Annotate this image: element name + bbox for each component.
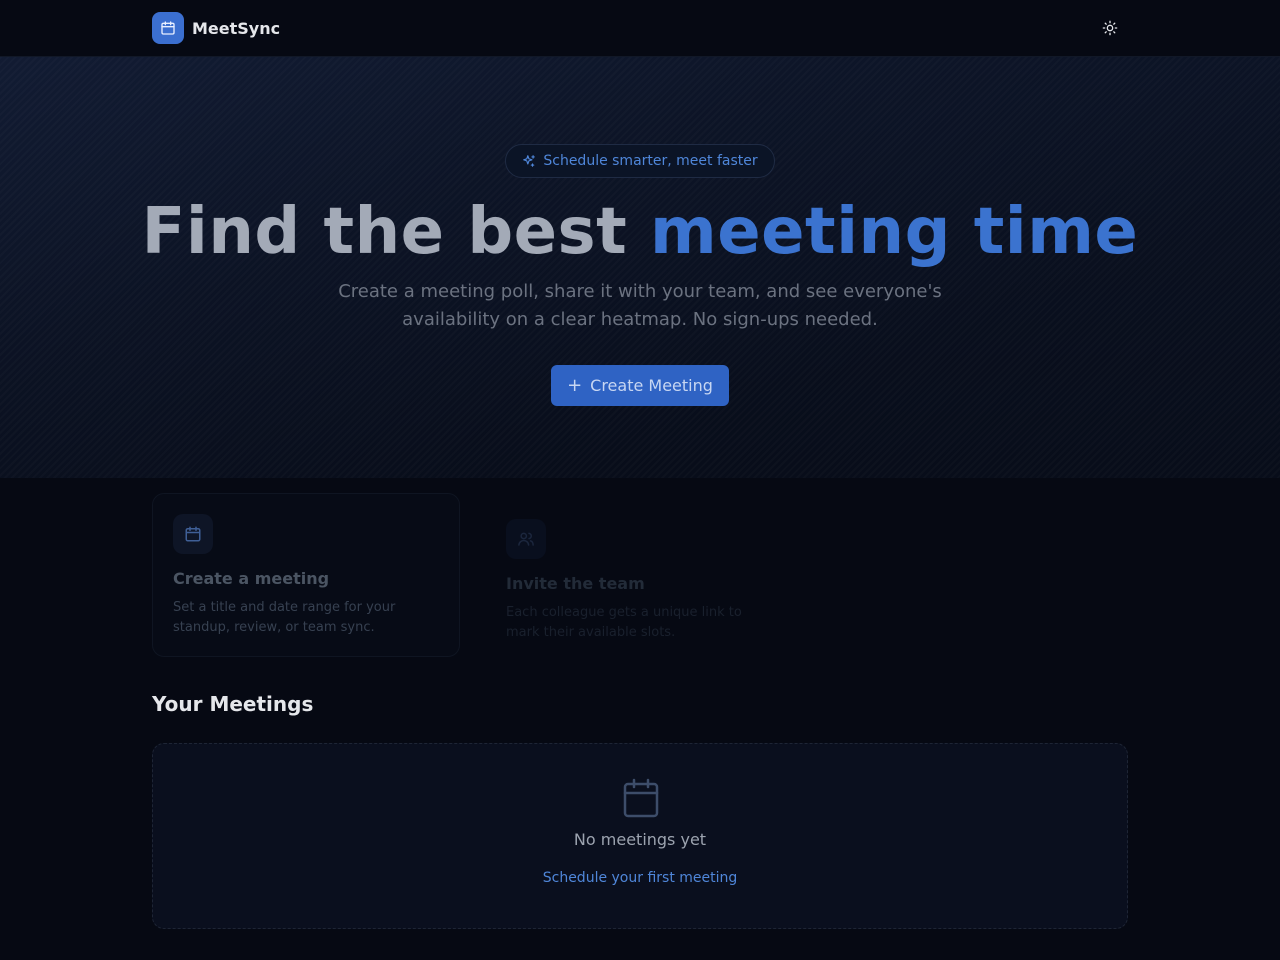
calendar-icon — [173, 514, 213, 554]
step-card-invite: Invite the team Each colleague gets a un… — [486, 499, 794, 649]
empty-state-text: No meetings yet — [573, 830, 707, 849]
hero-subtitle: Create a meeting poll, share it with you… — [338, 281, 942, 330]
schedule-first-meeting-link[interactable]: Schedule your first meeting — [153, 870, 1127, 886]
sparkles-icon — [523, 155, 536, 167]
page-title: Find the best meeting time — [0, 195, 1280, 269]
hero-section: Schedule smarter, meet faster Find the b… — [0, 57, 1280, 478]
top-bar: MeetSync — [0, 0, 1280, 57]
users-icon — [506, 519, 546, 559]
meetings-empty-state: No meetings yet Schedule your first meet… — [152, 743, 1128, 929]
calendar-icon — [152, 12, 184, 44]
headline-accent: meeting time — [650, 195, 1139, 269]
app-name: MeetSync — [192, 18, 281, 38]
headline-plain: Find the best — [141, 195, 628, 269]
step-description: Each colleague gets a unique link to mar… — [506, 605, 742, 640]
create-meeting-label: Create Meeting — [590, 376, 713, 395]
step-card-create: Create a meeting Set a title and date ra… — [152, 493, 460, 657]
step-description: Set a title and date range for your stan… — [173, 600, 396, 635]
step-title: Invite the team — [506, 574, 645, 593]
theme-toggle-button[interactable] — [1094, 12, 1126, 44]
create-meeting-button[interactable]: + Create Meeting — [551, 365, 729, 406]
sun-icon — [1102, 20, 1118, 36]
step-title: Create a meeting — [173, 569, 330, 588]
your-meetings-heading: Your Meetings — [152, 692, 314, 716]
plus-icon: + — [567, 375, 583, 396]
page: MeetSync Schedule smarter, meet faster F… — [0, 0, 1280, 960]
calendar-icon — [623, 778, 659, 822]
tagline-text: Schedule smarter, meet faster — [543, 153, 758, 169]
tagline-badge: Schedule smarter, meet faster — [505, 144, 775, 178]
brand[interactable]: MeetSync — [152, 12, 280, 44]
